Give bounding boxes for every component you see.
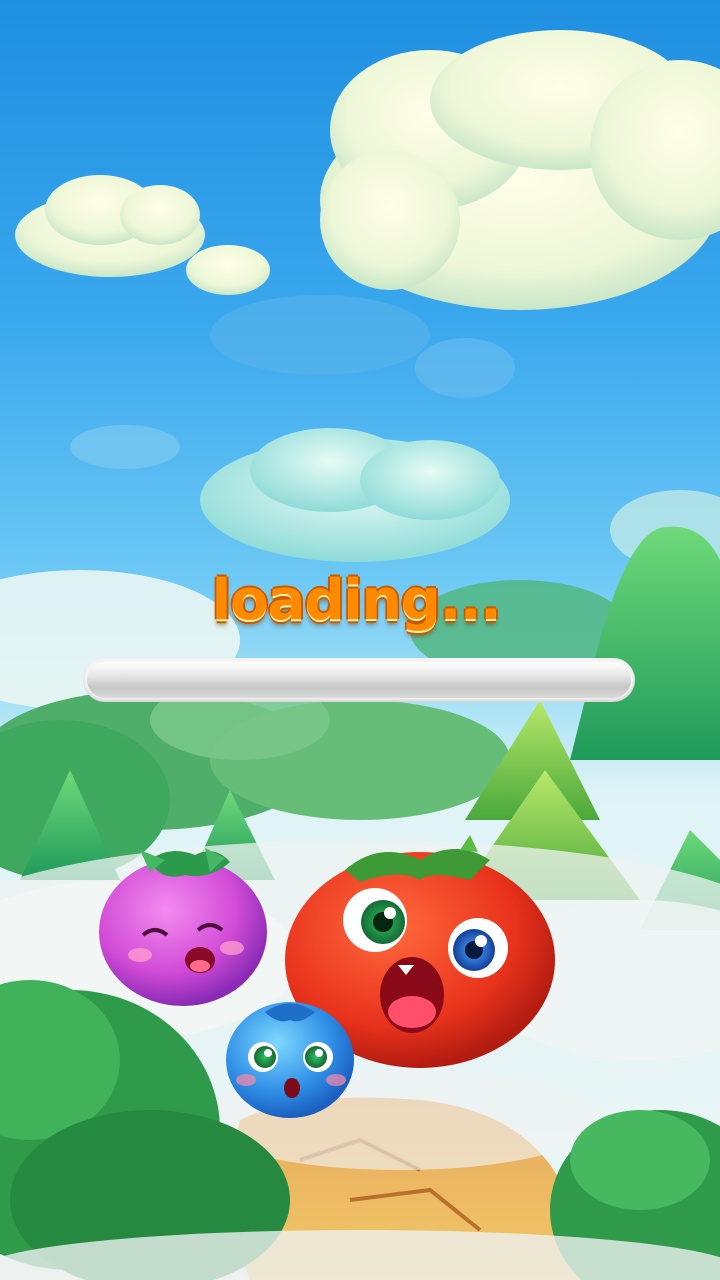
- loading-progress-bar: [83, 658, 635, 702]
- progress-track: [87, 662, 631, 698]
- blueberry-character: [226, 1002, 354, 1118]
- cloud-large: [320, 30, 720, 310]
- loading-label: loading...: [212, 568, 502, 633]
- cloud-small: [15, 175, 270, 295]
- loading-scene: loading...: [0, 0, 720, 1280]
